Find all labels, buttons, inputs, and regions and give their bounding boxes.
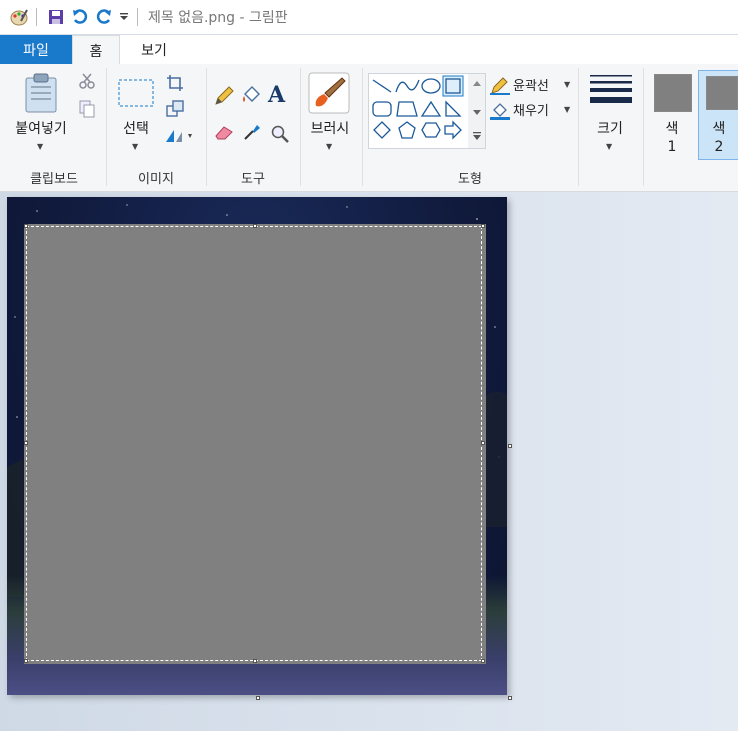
undo-icon[interactable]	[69, 6, 91, 28]
fill-label[interactable]: 채우기	[513, 100, 549, 119]
select-button-label[interactable]: 선택	[112, 118, 160, 138]
cut-icon[interactable]	[79, 73, 95, 92]
shape-arrow-icon	[444, 120, 462, 140]
customize-toolbar-icon[interactable]	[117, 6, 131, 28]
rotate-icon[interactable]	[164, 126, 194, 147]
selection-handle-bottom[interactable]	[253, 659, 257, 663]
shape-pentagon-icon	[398, 121, 416, 139]
select-rectangle-icon[interactable]	[118, 79, 154, 110]
paste-dropdown-icon[interactable]: ▼	[37, 142, 43, 151]
group-separator	[362, 68, 363, 186]
color2-label[interactable]: 색	[698, 118, 738, 138]
canvas-resize-handle-bottom[interactable]	[256, 696, 260, 700]
magnifier-icon[interactable]	[270, 124, 290, 147]
color2-number: 2	[714, 139, 724, 155]
pencil-icon[interactable]	[214, 86, 234, 109]
image-group-label: 이미지	[138, 172, 174, 187]
canvas-resize-handle-right[interactable]	[508, 444, 512, 448]
title-bar: 제목 없음.png - 그림판	[0, 0, 738, 34]
shape-polygon-icon	[396, 101, 418, 117]
ribbon: 붙여넣기 ▼ 클립보드 선택 ▼ 이미지 A 도구 브러시 ▼ 윤곽선 ▼ 채우…	[0, 64, 738, 192]
shapes-gallery	[368, 73, 486, 149]
save-icon[interactable]	[45, 6, 67, 28]
group-separator	[106, 68, 107, 186]
text-tool-icon[interactable]: A	[268, 82, 285, 108]
size-icon[interactable]	[590, 74, 632, 111]
ribbon-tabs: 파일 홈 보기	[0, 35, 738, 65]
selection-handle-top-left[interactable]	[24, 224, 28, 228]
separator	[137, 8, 138, 26]
selection-handle-right[interactable]	[481, 441, 485, 445]
paint-app-icon[interactable]	[8, 6, 30, 28]
window-title: 제목 없음.png - 그림판	[148, 10, 288, 26]
crop-icon[interactable]	[166, 74, 184, 95]
selection-handle-top[interactable]	[253, 224, 257, 228]
shapes-group-label: 도형	[458, 172, 482, 187]
selection-handle-bottom-right[interactable]	[481, 659, 485, 663]
paste-button-label[interactable]: 붙여넣기	[8, 118, 74, 138]
tab-file[interactable]: 파일	[0, 35, 72, 64]
text-tool-glyph: A	[268, 82, 286, 108]
copy-icon[interactable]	[79, 100, 95, 121]
size-dropdown-icon[interactable]: ▼	[606, 142, 612, 151]
selection-handle-left[interactable]	[24, 441, 28, 445]
eraser-icon[interactable]	[214, 124, 234, 143]
fill-bucket-icon[interactable]	[241, 84, 263, 109]
shape-rectangle-icon	[442, 75, 464, 97]
paste-icon[interactable]	[22, 72, 60, 117]
shape-rounded-rect-icon	[372, 101, 392, 117]
selection-handle-top-right[interactable]	[481, 224, 485, 228]
shape-oval-icon	[421, 78, 441, 94]
group-separator	[206, 68, 207, 186]
shape-curve-icon	[395, 79, 420, 93]
brush-icon[interactable]	[308, 72, 350, 117]
brush-button-label[interactable]: 브러시	[302, 118, 358, 138]
group-separator	[643, 68, 644, 186]
group-separator	[300, 68, 301, 186]
color1-number: 1	[667, 139, 677, 155]
selection-handle-bottom-left[interactable]	[24, 659, 28, 663]
shape-hexagon-icon	[421, 122, 441, 138]
shape-right-triangle-icon	[445, 100, 462, 117]
shape-diamond-icon	[373, 121, 391, 139]
tab-home[interactable]: 홈	[72, 35, 120, 65]
color2-swatch[interactable]	[706, 76, 738, 110]
resize-icon[interactable]	[166, 100, 184, 121]
group-separator	[578, 68, 579, 186]
brush-dropdown-icon[interactable]: ▼	[326, 142, 332, 151]
separator	[36, 8, 37, 26]
canvas-resize-handle-corner[interactable]	[508, 696, 512, 700]
redo-icon[interactable]	[93, 6, 115, 28]
tab-view[interactable]: 보기	[122, 35, 186, 64]
color1-label[interactable]: 색	[650, 118, 694, 138]
clipboard-group-label: 클립보드	[30, 172, 78, 187]
selection-marquee[interactable]	[26, 226, 482, 661]
shape-line-icon	[372, 79, 392, 93]
fill-icon[interactable]	[490, 101, 510, 124]
outline-label[interactable]: 윤곽선	[513, 75, 549, 94]
fill-dropdown-icon[interactable]: ▼	[564, 105, 570, 114]
outline-dropdown-icon[interactable]: ▼	[564, 80, 570, 89]
shape-triangle-icon	[420, 100, 442, 117]
select-dropdown-icon[interactable]: ▼	[132, 142, 138, 151]
size-button-label[interactable]: 크기	[586, 118, 634, 138]
color1-swatch[interactable]	[654, 74, 692, 112]
outline-icon[interactable]	[490, 77, 510, 98]
tools-group-label: 도구	[241, 172, 265, 187]
color-picker-icon[interactable]	[242, 122, 262, 145]
